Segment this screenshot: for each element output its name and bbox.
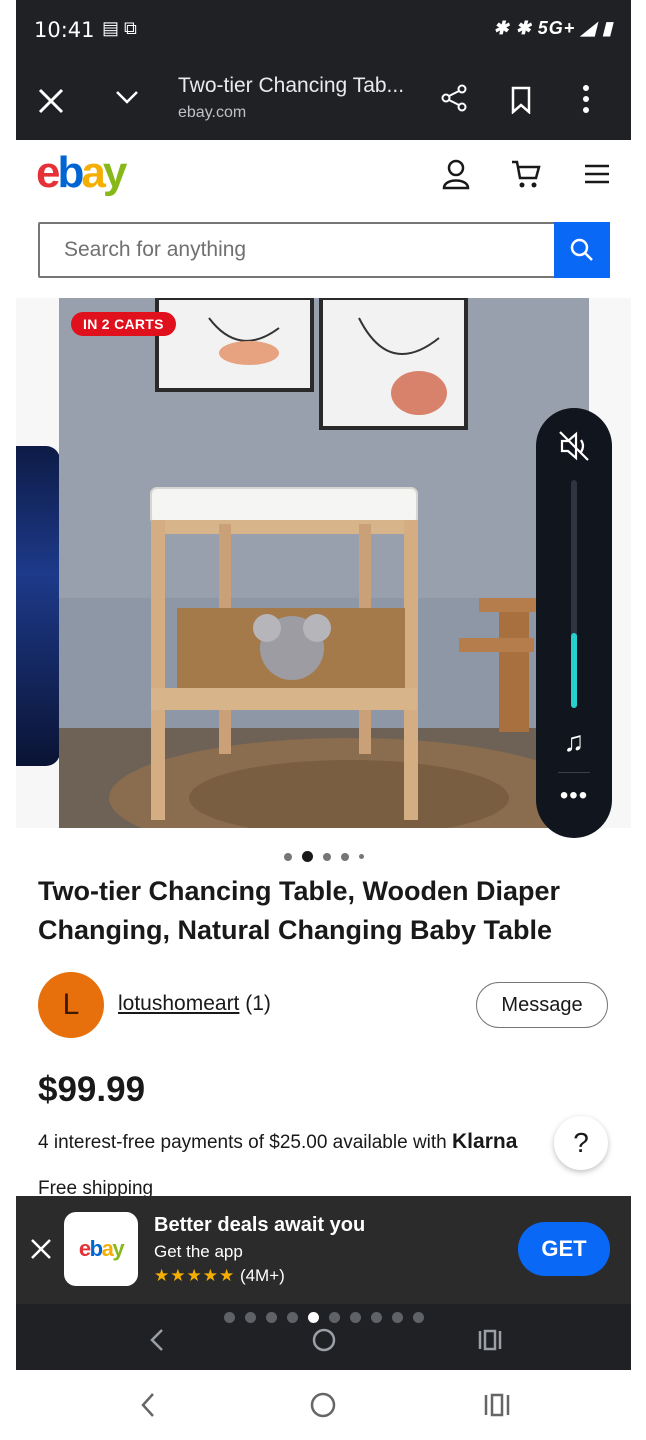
system-home-icon[interactable] <box>308 1390 338 1420</box>
search-button[interactable] <box>554 222 610 278</box>
status-time: 10:41 <box>34 18 95 42</box>
page-dot <box>307 1312 319 1323</box>
volume-level <box>571 632 577 708</box>
logo-letter-b: b <box>57 148 84 197</box>
app-rating: ★★★★★ (4M+) <box>154 1266 285 1286</box>
hamburger-menu-icon[interactable] <box>582 158 614 190</box>
browser-toolbar: Two-tier Chancing Tab... ebay.com <box>16 62 631 140</box>
gallery-dot[interactable] <box>301 851 313 863</box>
gallery-dot[interactable] <box>358 854 364 860</box>
rating-stars: ★★★★★ <box>154 1266 236 1285</box>
cart-icon[interactable] <box>510 158 542 190</box>
app-install-banner: ebay Better deals await you Get the app … <box>16 1196 631 1304</box>
seller-link[interactable]: lotushomeart (1) <box>118 992 271 1016</box>
get-app-button[interactable]: GET <box>518 1222 610 1276</box>
banner-logo-letter: y <box>112 1236 124 1261</box>
banner-logo-letter: b <box>89 1236 103 1261</box>
tab-page-title: Two-tier Chancing Tab... <box>178 74 405 97</box>
status-bar: 10:41 ▤ ⧉ ✱ ✱ 5G+ ◢ ▮ <box>16 0 631 62</box>
page-dot <box>391 1312 403 1323</box>
seller-feedback-count: (1) <box>245 992 271 1015</box>
volume-slider[interactable] <box>571 480 577 708</box>
page-dot <box>412 1312 424 1323</box>
banner-logo-letter: e <box>78 1236 91 1261</box>
bookmark-icon[interactable] <box>510 86 532 115</box>
more-vert-icon[interactable] <box>582 84 590 114</box>
phone-frame: 10:41 ▤ ⧉ ✱ ✱ 5G+ ◢ ▮ Two-tier Chancing … <box>16 0 631 1370</box>
volume-divider <box>558 772 590 773</box>
volume-panel[interactable]: ♫ ••• <box>536 408 612 838</box>
seller-name[interactable]: lotushomeart <box>118 992 239 1015</box>
more-options-icon[interactable]: ••• <box>558 784 590 808</box>
in-carts-badge: IN 2 CARTS <box>71 312 176 336</box>
page-dot <box>286 1312 298 1323</box>
klarna-logo[interactable]: Klarna <box>452 1130 517 1153</box>
ebay-app-logo: ebay <box>64 1212 138 1286</box>
product-title: Two-tier Chancing Table, Wooden Diaper C… <box>38 876 561 945</box>
payments-text: 4 interest-free payments of $25.00 avail… <box>38 1132 453 1153</box>
page-dot <box>244 1312 256 1323</box>
music-bluetooth-icon[interactable]: ♫ <box>558 726 590 758</box>
shipping-info: Free shipping <box>38 1178 154 1196</box>
page-dot <box>223 1312 235 1323</box>
previous-image-peek[interactable] <box>16 446 60 766</box>
ebay-logo[interactable]: ebay <box>36 148 128 198</box>
signal-icons: ✱ ✱ 5G+ ◢ ▮ <box>493 18 613 38</box>
page-dot <box>370 1312 382 1323</box>
gallery-pagination <box>16 848 631 863</box>
seller-avatar[interactable]: L <box>38 972 104 1038</box>
banner-title: Better deals await you <box>154 1214 366 1236</box>
logo-letter-a: a <box>81 148 106 197</box>
home-icon[interactable] <box>310 1326 338 1354</box>
page-dot <box>265 1312 277 1323</box>
account-icon[interactable] <box>440 158 472 190</box>
notification-icons: ▤ ⧉ <box>102 18 137 38</box>
help-button[interactable]: ? <box>554 1116 608 1170</box>
ebay-page: ebay Search for anything IN 2 CARTS ♫ ••… <box>16 140 631 1196</box>
banner-subtitle: Get the app <box>154 1242 243 1261</box>
page-dot <box>349 1312 361 1323</box>
tab-url: ebay.com <box>178 104 247 121</box>
message-seller-button[interactable]: Message <box>476 982 608 1028</box>
system-recents-icon[interactable] <box>482 1390 512 1420</box>
gallery-dot[interactable] <box>322 852 331 861</box>
chevron-down-icon[interactable] <box>114 84 140 110</box>
product-photo[interactable]: IN 2 CARTS <box>59 298 589 828</box>
system-navigation-bar <box>0 1370 646 1440</box>
gallery-dot[interactable] <box>283 852 292 861</box>
recents-icon[interactable] <box>476 1326 504 1354</box>
rating-count: (4M+) <box>239 1266 285 1285</box>
page-dot <box>328 1312 340 1323</box>
logo-letter-e: e <box>36 148 61 197</box>
search-icon <box>570 238 593 261</box>
network-type: 5G+ <box>537 18 576 38</box>
search-bar <box>38 222 610 278</box>
product-price: $99.99 <box>38 1070 146 1109</box>
banner-logo-letter: a <box>101 1236 114 1261</box>
inner-navigation-bar <box>16 1304 631 1370</box>
share-icon[interactable] <box>440 84 468 112</box>
payments-info: 4 interest-free payments of $25.00 avail… <box>38 1130 517 1154</box>
search-input[interactable] <box>40 224 554 276</box>
screen: 10:41 ▤ ⧉ ✱ ✱ 5G+ ◢ ▮ Two-tier Chancing … <box>0 0 646 1440</box>
logo-letter-y: y <box>102 148 128 197</box>
mute-icon[interactable] <box>556 428 592 464</box>
gallery-dot[interactable] <box>340 852 349 861</box>
back-icon[interactable] <box>144 1326 172 1354</box>
close-tab-icon[interactable] <box>34 84 68 118</box>
system-back-icon[interactable] <box>134 1390 164 1420</box>
close-banner-icon[interactable] <box>28 1236 54 1262</box>
